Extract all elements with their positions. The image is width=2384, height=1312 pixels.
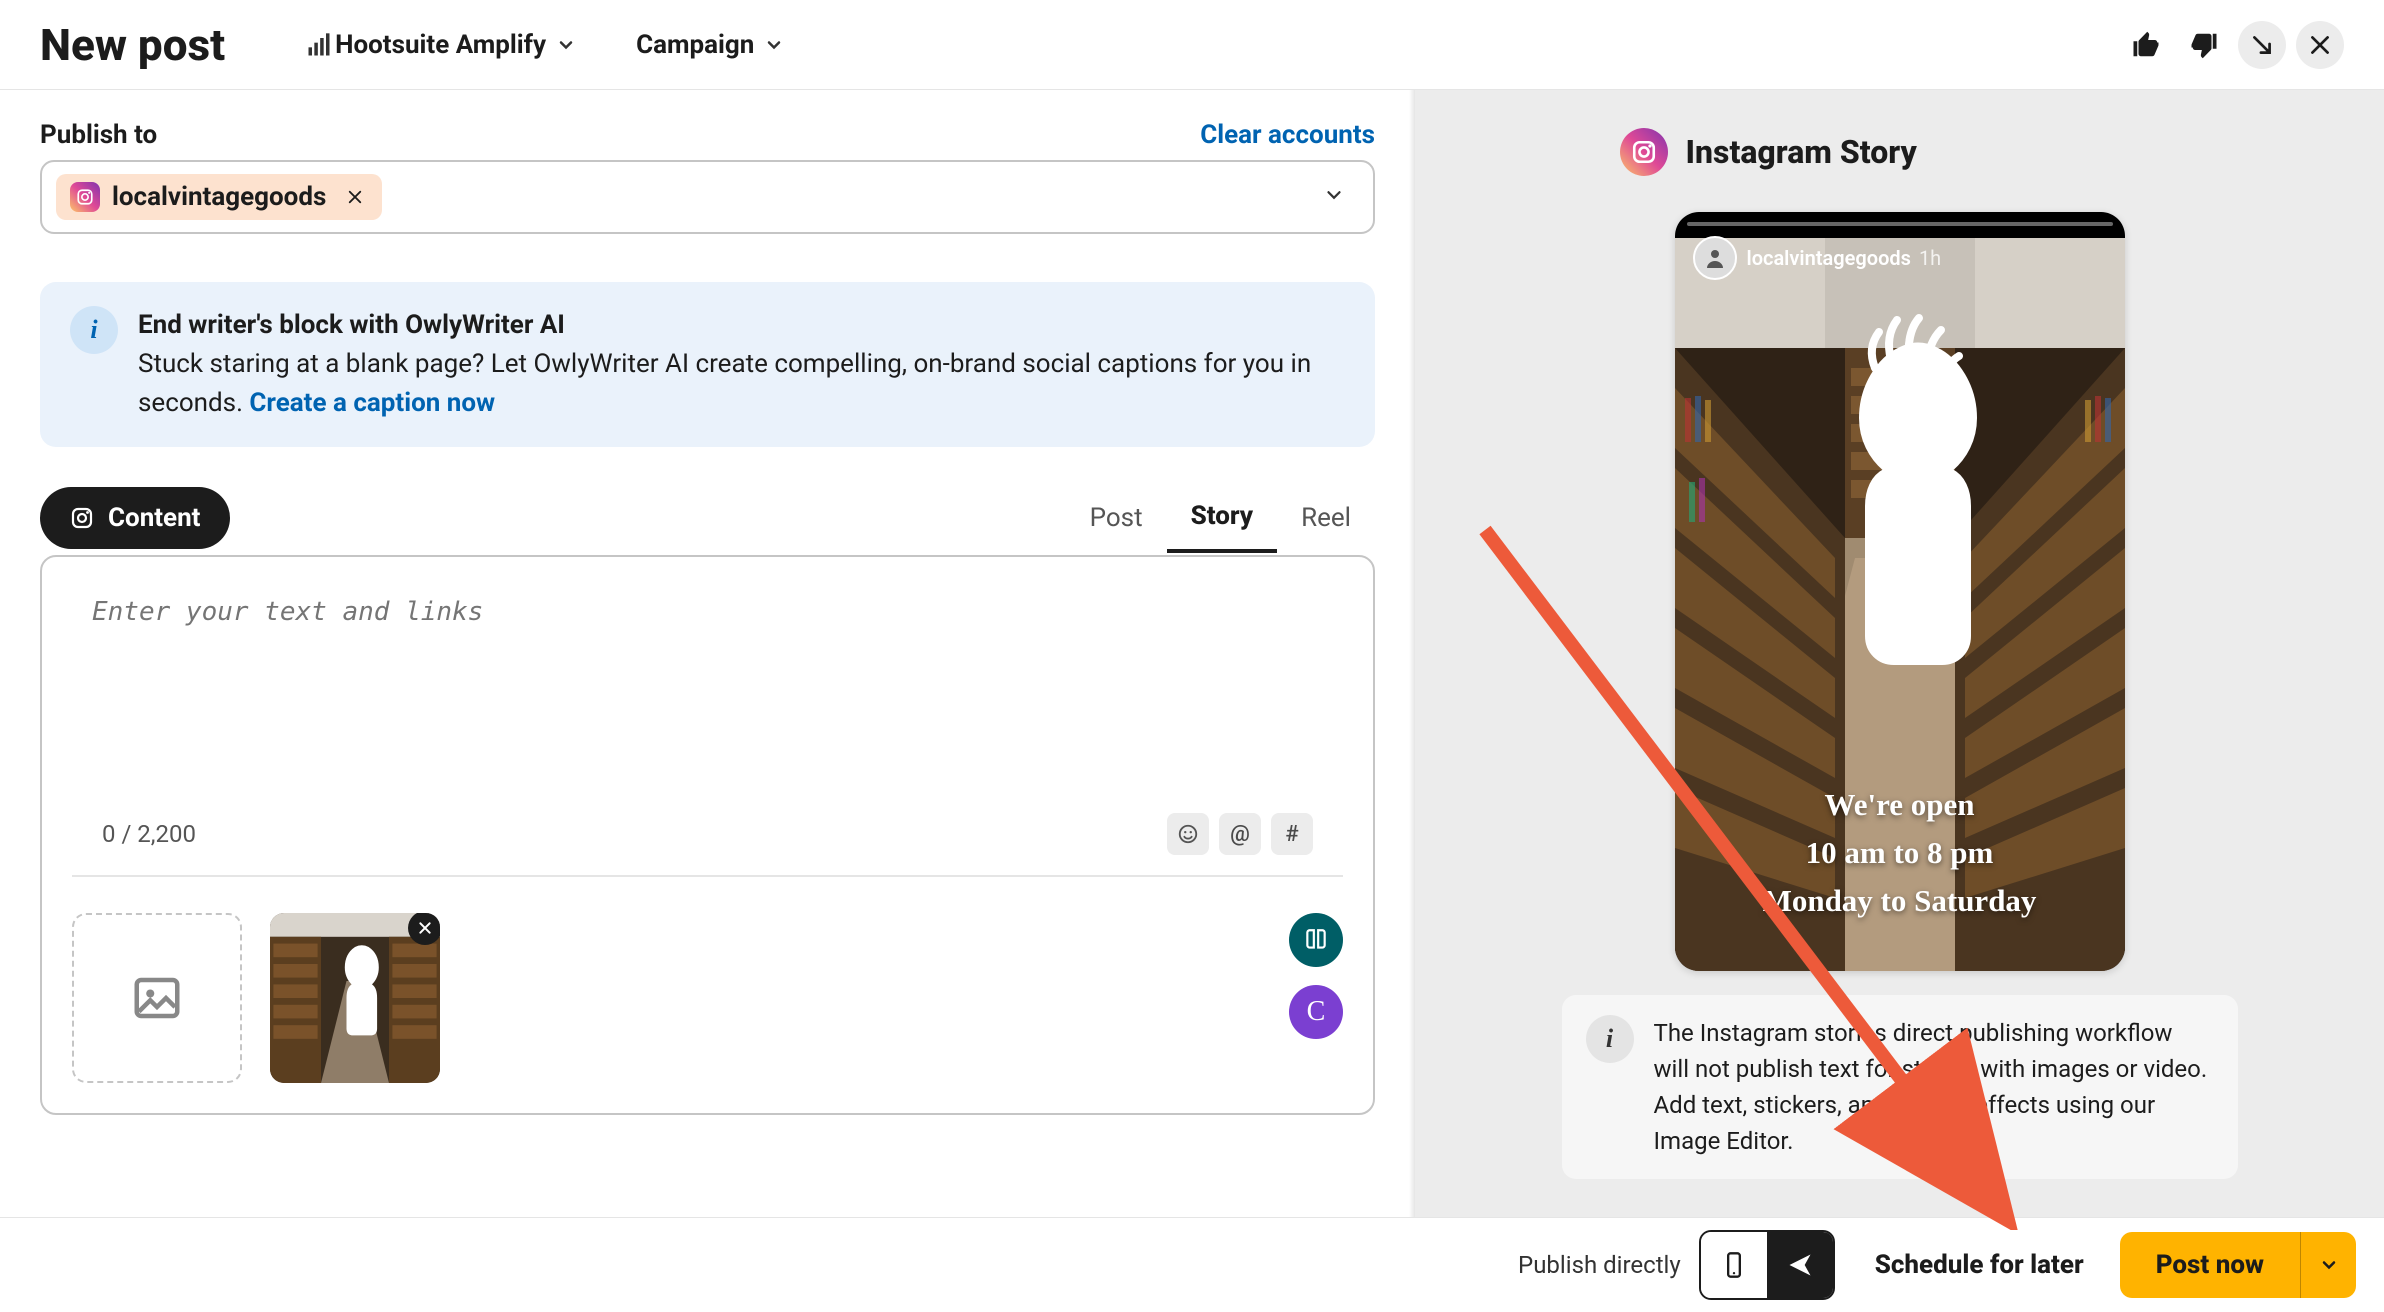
media-thumbnail[interactable]: [270, 913, 440, 1083]
publish-mode-toggle[interactable]: [1699, 1230, 1835, 1300]
chevron-down-icon: [2319, 1255, 2339, 1275]
editor-card: 0 / 2,200 @ #: [40, 555, 1375, 1115]
minimize-button[interactable]: [2238, 21, 2286, 69]
hashtag-button[interactable]: #: [1271, 813, 1313, 855]
story-timestamp: 1h: [1919, 246, 1941, 270]
media-library-button[interactable]: [1289, 913, 1343, 967]
publish-to-label: Publish to: [40, 120, 157, 150]
add-media-button[interactable]: [72, 913, 242, 1083]
tab-post[interactable]: Post: [1066, 485, 1167, 551]
story-text-line3: Monday to Saturday: [1675, 877, 2125, 925]
story-overlay-text: We're open 10 am to 8 pm Monday to Satur…: [1675, 781, 2125, 925]
post-now-button[interactable]: Post now: [2120, 1232, 2300, 1298]
avatar: [1693, 236, 1737, 280]
amplify-icon: [295, 31, 323, 59]
post-now-split-button: Post now: [2120, 1232, 2356, 1298]
preview-panel: Instagram Story localvintagegoods 1h: [1415, 90, 2384, 1217]
chevron-down-icon: [764, 35, 784, 55]
header-bar: New post Hootsuite Amplify Campaign: [0, 0, 2384, 90]
preview-info-note: i The Instagram stories direct publishin…: [1562, 995, 2238, 1179]
phone-icon: [1720, 1251, 1748, 1279]
story-text-line1: We're open: [1675, 781, 2125, 829]
instagram-icon: [70, 506, 94, 530]
story-preview: localvintagegoods 1h: [1675, 212, 2125, 971]
send-icon: [1786, 1251, 1814, 1279]
book-icon: [1303, 927, 1329, 953]
page-title: New post: [40, 19, 225, 71]
account-selector[interactable]: localvintagegoods: [40, 160, 1375, 234]
ai-banner-title: End writer's block with OwlyWriter AI: [138, 306, 1345, 345]
compose-panel: Publish to Clear accounts localvintagego…: [0, 90, 1415, 1217]
caption-input[interactable]: [72, 587, 1343, 797]
emoji-button[interactable]: [1167, 813, 1209, 855]
post-now-dropdown[interactable]: [2300, 1232, 2356, 1298]
create-caption-link[interactable]: Create a caption now: [249, 388, 495, 418]
account-name: localvintagegoods: [112, 182, 326, 212]
story-username: localvintagegoods: [1747, 246, 1911, 270]
schedule-for-later-button[interactable]: Schedule for later: [1875, 1250, 2084, 1280]
tab-reel[interactable]: Reel: [1277, 485, 1375, 551]
tab-story[interactable]: Story: [1167, 483, 1278, 553]
thumbs-down-button[interactable]: [2180, 21, 2228, 69]
info-icon: i: [1586, 1015, 1634, 1063]
direct-publish-option[interactable]: [1767, 1232, 1833, 1298]
canva-button[interactable]: C: [1289, 985, 1343, 1039]
mention-button[interactable]: @: [1219, 813, 1261, 855]
info-icon: i: [70, 306, 118, 354]
owlywriter-banner: i End writer's block with OwlyWriter AI …: [40, 282, 1375, 447]
story-text-line2: 10 am to 8 pm: [1675, 829, 2125, 877]
account-chip: localvintagegoods: [56, 174, 382, 220]
footer-bar: Publish directly Schedule for later Post…: [0, 1217, 2384, 1312]
campaign-label: Campaign: [636, 30, 754, 60]
amplify-dropdown[interactable]: Hootsuite Amplify: [275, 18, 596, 72]
remove-account-button[interactable]: [342, 184, 368, 210]
preview-note-text: The Instagram stories direct publishing …: [1654, 1015, 2214, 1159]
content-tab[interactable]: Content: [40, 487, 230, 549]
amplify-label: Hootsuite Amplify: [335, 30, 546, 60]
clear-accounts-link[interactable]: Clear accounts: [1200, 120, 1375, 150]
char-count: 0 / 2,200: [102, 820, 196, 848]
preview-title: Instagram Story: [1686, 133, 1917, 171]
instagram-icon: [70, 182, 100, 212]
remove-media-button[interactable]: [408, 913, 440, 945]
content-tab-label: Content: [108, 503, 200, 533]
chevron-down-icon: [556, 35, 576, 55]
thumbs-up-button[interactable]: [2122, 21, 2170, 69]
instagram-icon: [1620, 128, 1668, 176]
campaign-dropdown[interactable]: Campaign: [616, 18, 804, 72]
story-progress-bar: [1687, 222, 2113, 226]
account-dropdown-toggle[interactable]: [1309, 184, 1359, 210]
publish-directly-label: Publish directly: [1518, 1251, 1681, 1279]
image-icon: [130, 971, 184, 1025]
mobile-notification-option[interactable]: [1701, 1232, 1767, 1298]
close-button[interactable]: [2296, 21, 2344, 69]
